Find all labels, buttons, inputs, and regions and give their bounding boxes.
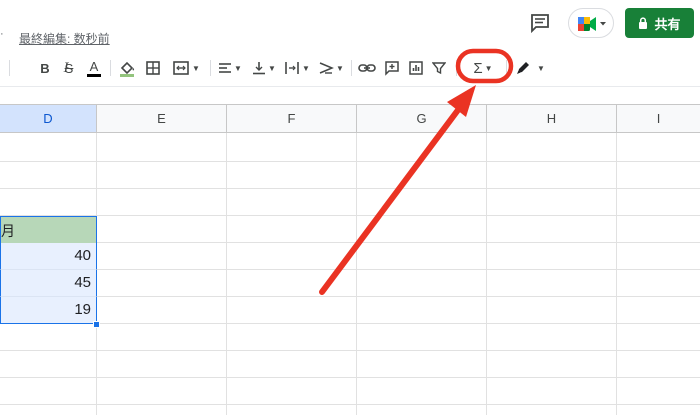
functions-button[interactable]: Σ ▼ bbox=[466, 58, 500, 78]
grid-line bbox=[0, 350, 700, 351]
meet-icon bbox=[578, 17, 606, 31]
grid-line bbox=[356, 133, 357, 415]
fill-color-button[interactable] bbox=[117, 58, 137, 78]
strikethrough-button[interactable]: S bbox=[60, 58, 78, 78]
header-cell[interactable]: 月 bbox=[0, 216, 97, 243]
column-header-i[interactable]: I bbox=[617, 104, 700, 133]
text-rotation-button[interactable]: ▼ bbox=[316, 58, 346, 78]
column-header-d[interactable]: D bbox=[0, 104, 97, 133]
grid-line bbox=[0, 161, 700, 162]
vertical-align-button[interactable]: ▼ bbox=[250, 58, 278, 78]
toolbar-divider bbox=[210, 60, 211, 76]
value-cell[interactable]: 45 bbox=[0, 270, 97, 297]
share-button[interactable]: 共有 bbox=[625, 8, 694, 38]
chevron-down-icon: ▼ bbox=[484, 63, 493, 73]
insert-link-button[interactable] bbox=[357, 58, 377, 78]
grid-line bbox=[0, 188, 700, 189]
menu-fragment: · bbox=[0, 28, 4, 40]
grid-line bbox=[0, 377, 700, 378]
last-edit-link[interactable]: 最終編集: 数秒前 bbox=[19, 30, 110, 47]
top-bar: · 最終編集: 数秒前 共有 bbox=[0, 0, 700, 50]
borders-icon bbox=[146, 61, 160, 75]
bold-button[interactable]: B bbox=[36, 58, 54, 78]
text-color-button[interactable]: A bbox=[84, 58, 104, 78]
grid-line bbox=[0, 323, 700, 324]
filter-button[interactable] bbox=[430, 58, 448, 78]
chevron-down-icon: ▼ bbox=[192, 63, 200, 73]
toolbar: B I S A ▼ ▼ ▼ ▼ ▼ Σ ▼ ▼ bbox=[0, 50, 700, 86]
comment-icon bbox=[531, 14, 549, 34]
grid-line bbox=[486, 133, 487, 415]
header-cell-label: 月 bbox=[1, 223, 15, 239]
toolbar-divider bbox=[9, 60, 10, 76]
align-left-icon bbox=[219, 63, 232, 73]
grid-line bbox=[0, 296, 700, 297]
share-label: 共有 bbox=[654, 16, 681, 32]
column-header-h[interactable]: H bbox=[487, 104, 617, 133]
merge-cells-icon bbox=[173, 61, 189, 75]
grid-line bbox=[0, 404, 700, 405]
grid-line bbox=[226, 133, 227, 415]
text-color-swatch bbox=[87, 73, 101, 77]
link-icon bbox=[358, 64, 376, 72]
grid-line bbox=[616, 133, 617, 415]
grid-line bbox=[0, 269, 700, 270]
toolbar-divider bbox=[506, 60, 507, 76]
borders-button[interactable] bbox=[143, 58, 163, 78]
insert-chart-button[interactable] bbox=[406, 58, 426, 78]
spreadsheet-grid[interactable]: D E F G H I 月 40 45 19 bbox=[0, 104, 700, 415]
filter-icon bbox=[432, 62, 446, 75]
chevron-down-icon: ▼ bbox=[268, 63, 276, 73]
fill-handle[interactable] bbox=[93, 321, 100, 328]
sigma-icon: Σ bbox=[473, 59, 483, 77]
column-header-e[interactable]: E bbox=[97, 104, 227, 133]
horizontal-align-button[interactable]: ▼ bbox=[216, 58, 244, 78]
column-header-f[interactable]: F bbox=[227, 104, 357, 133]
text-wrap-icon bbox=[285, 62, 299, 74]
comment-history-button[interactable] bbox=[528, 12, 552, 34]
insert-comment-button[interactable] bbox=[382, 58, 402, 78]
lock-icon bbox=[639, 17, 648, 29]
pen-icon bbox=[517, 62, 530, 74]
text-wrap-button[interactable]: ▼ bbox=[282, 58, 312, 78]
merge-cells-button[interactable]: ▼ bbox=[168, 58, 204, 78]
column-header-g[interactable]: G bbox=[357, 104, 487, 133]
meet-button[interactable] bbox=[568, 8, 614, 38]
toolbar-divider bbox=[110, 60, 111, 76]
add-comment-icon bbox=[385, 61, 399, 76]
chart-icon bbox=[409, 61, 423, 75]
text-rotation-icon bbox=[319, 62, 334, 74]
chevron-down-icon: ▼ bbox=[302, 63, 310, 73]
chevron-down-icon: ▼ bbox=[336, 63, 344, 73]
chevron-down-icon: ▼ bbox=[537, 63, 545, 73]
grid-line bbox=[0, 242, 700, 243]
align-bottom-icon bbox=[253, 62, 266, 75]
paint-bucket-icon bbox=[120, 61, 135, 77]
value-cell[interactable]: 19 bbox=[0, 297, 97, 324]
chevron-down-icon: ▼ bbox=[234, 63, 242, 73]
pen-button[interactable]: ▼ bbox=[513, 58, 547, 78]
formula-bar-divider bbox=[0, 86, 700, 87]
toolbar-divider bbox=[351, 60, 352, 76]
toolbar-divider bbox=[456, 60, 457, 76]
text-color-icon: A bbox=[89, 58, 99, 74]
grid-line bbox=[0, 215, 700, 216]
value-cell[interactable]: 40 bbox=[0, 243, 97, 270]
